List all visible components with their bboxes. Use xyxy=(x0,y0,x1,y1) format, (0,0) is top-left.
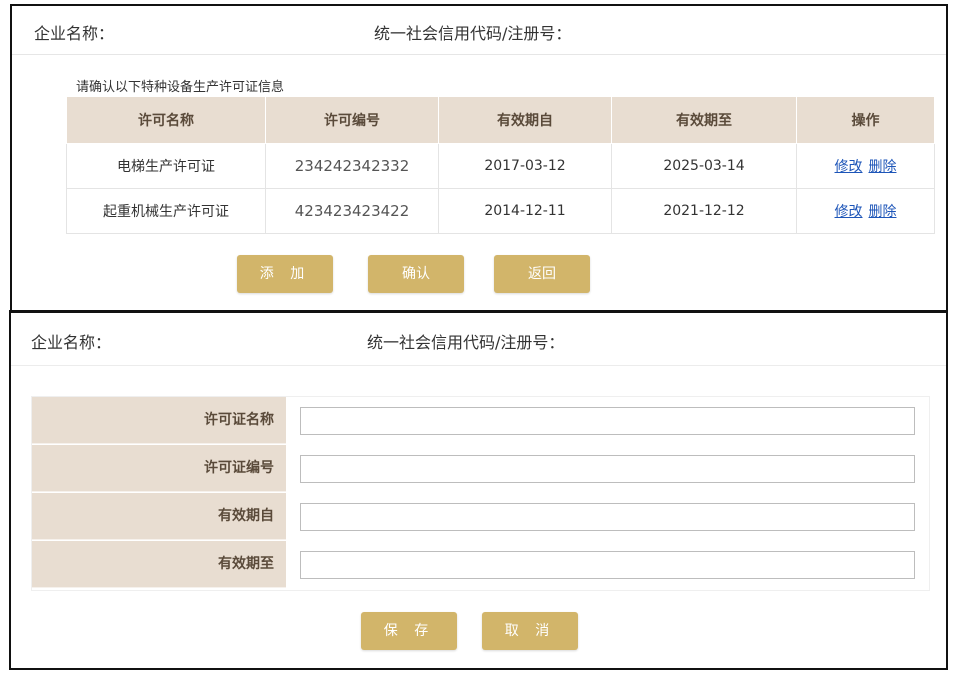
panel-header: 企业名称： 统一社会信用代码/注册号： xyxy=(11,313,946,366)
edit-link[interactable]: 修改 xyxy=(835,159,863,175)
panel-header: 企业名称： 统一社会信用代码/注册号： xyxy=(12,6,946,55)
credit-code-label: 统一社会信用代码/注册号： xyxy=(374,24,572,43)
valid-to-cell: 2021-12-12 xyxy=(611,188,797,234)
back-button[interactable]: 返回 xyxy=(494,255,590,293)
license-number-input[interactable] xyxy=(300,455,915,483)
col-header-number: 许可编号 xyxy=(265,96,439,144)
save-button[interactable]: 保 存 xyxy=(361,612,457,650)
valid-to-input[interactable] xyxy=(300,551,915,579)
valid-to-label: 有效期至 xyxy=(32,541,286,588)
actions-cell: 修改 删除 xyxy=(796,188,935,234)
form-row-valid-from: 有效期自 xyxy=(32,493,929,541)
section-title: 请确认以下特种设备生产许可证信息 xyxy=(76,80,285,95)
license-edit-panel: 企业名称： 统一社会信用代码/注册号： 许可证名称 许可证编号 有效期自 有效期… xyxy=(9,310,948,670)
company-name-label: 企业名称： xyxy=(34,24,115,43)
col-header-valid-to: 有效期至 xyxy=(611,96,797,144)
license-number-label: 许可证编号 xyxy=(32,445,286,492)
license-list-panel: 企业名称： 统一社会信用代码/注册号： 请确认以下特种设备生产许可证信息 许可名… xyxy=(10,4,948,311)
license-name-label: 许可证名称 xyxy=(32,397,286,444)
edit-link[interactable]: 修改 xyxy=(835,204,863,220)
company-name-label: 企业名称： xyxy=(31,333,112,352)
valid-from-label: 有效期自 xyxy=(32,493,286,540)
table-row: 电梯生产许可证 234242342332 2017-03-12 2025-03-… xyxy=(66,143,935,189)
actions-cell: 修改 删除 xyxy=(796,143,935,189)
license-name-cell: 电梯生产许可证 xyxy=(66,143,266,189)
col-header-name: 许可名称 xyxy=(66,96,266,144)
valid-from-cell: 2017-03-12 xyxy=(438,143,612,189)
form-row-license-number: 许可证编号 xyxy=(32,445,929,493)
valid-from-cell: 2014-12-11 xyxy=(438,188,612,234)
form-row-license-name: 许可证名称 xyxy=(32,397,929,445)
delete-link[interactable]: 删除 xyxy=(869,159,897,175)
table-header-row: 许可名称 许可编号 有效期自 有效期至 操作 xyxy=(66,96,935,144)
confirm-button[interactable]: 确认 xyxy=(368,255,464,293)
cancel-button[interactable]: 取 消 xyxy=(482,612,578,650)
valid-from-input[interactable] xyxy=(300,503,915,531)
valid-to-cell: 2025-03-14 xyxy=(611,143,797,189)
delete-link[interactable]: 删除 xyxy=(869,204,897,220)
credit-code-label: 统一社会信用代码/注册号： xyxy=(367,333,565,352)
license-form: 许可证名称 许可证编号 有效期自 有效期至 xyxy=(31,396,930,591)
add-button[interactable]: 添 加 xyxy=(237,255,333,293)
col-header-valid-from: 有效期自 xyxy=(438,96,612,144)
col-header-actions: 操作 xyxy=(796,96,935,144)
form-row-valid-to: 有效期至 xyxy=(32,541,929,589)
license-name-cell: 起重机械生产许可证 xyxy=(66,188,266,234)
license-number-cell: 234242342332 xyxy=(265,143,439,189)
license-name-input[interactable] xyxy=(300,407,915,435)
license-table: 许可名称 许可编号 有效期自 有效期至 操作 电梯生产许可证 234242342… xyxy=(66,96,935,234)
license-number-cell: 423423423422 xyxy=(265,188,439,234)
table-row: 起重机械生产许可证 423423423422 2014-12-11 2021-1… xyxy=(66,188,935,234)
